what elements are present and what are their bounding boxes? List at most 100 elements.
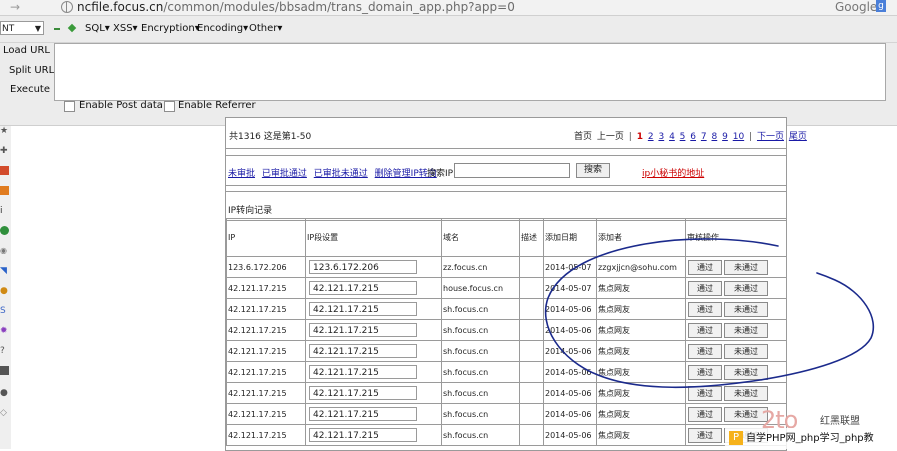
forward-arrow-icon[interactable]: → bbox=[10, 0, 20, 14]
addon-orange-icon[interactable] bbox=[0, 186, 9, 195]
minus-icon[interactable] bbox=[54, 28, 60, 30]
filter-pending-link[interactable]: 未审批 bbox=[228, 169, 255, 179]
ip-secretary-link[interactable]: ip小秘书的地址 bbox=[642, 166, 704, 179]
addon-yellow-icon[interactable]: ● bbox=[0, 286, 9, 296]
addon-s-icon[interactable]: S bbox=[0, 306, 9, 316]
browser-url-bar: → ncfile.focus.cn/common/modules/bbsadm/… bbox=[0, 0, 897, 16]
page-link-2[interactable]: 2 bbox=[648, 132, 654, 142]
hackbar-select[interactable]: NT ▼ bbox=[0, 21, 44, 35]
execute-button[interactable]: Execute bbox=[10, 84, 50, 95]
filter-approved-link[interactable]: 已审批通过 bbox=[262, 169, 307, 179]
enable-post-checkbox[interactable] bbox=[64, 101, 75, 112]
star-icon[interactable]: ★ bbox=[0, 126, 9, 136]
cell-desc bbox=[519, 382, 544, 404]
reject-button[interactable]: 未通过 bbox=[724, 280, 768, 296]
filter-links: 未审批 已审批通过 已审批未通过 删除管理IP转向 bbox=[228, 166, 441, 179]
split-url-button[interactable]: Split URL bbox=[9, 65, 54, 76]
reject-button[interactable]: 未通过 bbox=[724, 364, 768, 380]
ip-range-input[interactable]: 42.121.17.215 bbox=[309, 302, 417, 316]
page-link-4[interactable]: 4 bbox=[669, 132, 675, 142]
cell-ip: 42.121.17.215 bbox=[226, 298, 306, 320]
enable-referrer-checkbox[interactable] bbox=[164, 101, 175, 112]
menu-encryption[interactable]: Encryption▾ bbox=[141, 23, 200, 34]
approve-button[interactable]: 通过 bbox=[688, 301, 722, 317]
pin-icon[interactable]: ✚ bbox=[0, 146, 9, 156]
reject-button[interactable]: 未通过 bbox=[724, 322, 768, 338]
info-icon[interactable]: i bbox=[0, 206, 9, 216]
plus-icon[interactable] bbox=[67, 23, 77, 33]
menu-encoding[interactable]: Encoding▾ bbox=[197, 23, 248, 34]
ip-range-input[interactable]: 42.121.17.215 bbox=[309, 323, 417, 337]
approve-button[interactable]: 通过 bbox=[688, 343, 722, 359]
record-summary: 共1316 这是第1-50 bbox=[229, 132, 312, 142]
menu-other[interactable]: Other▾ bbox=[249, 23, 282, 34]
menu-sql[interactable]: SQL▾ bbox=[85, 23, 110, 34]
search-button[interactable]: 搜索 bbox=[576, 163, 610, 178]
filter-rejected-link[interactable]: 已审批未通过 bbox=[314, 169, 368, 179]
reject-button[interactable]: 未通过 bbox=[724, 259, 768, 275]
cell-adder: 焦点网友 bbox=[596, 424, 686, 446]
next-page-link[interactable]: 下一页 bbox=[757, 132, 784, 142]
eye-icon[interactable]: ◉ bbox=[0, 246, 9, 255]
approve-button[interactable]: 通过 bbox=[688, 364, 722, 380]
page-link-1[interactable]: 1 bbox=[637, 132, 643, 142]
col-header-date: 添加日期 bbox=[543, 218, 597, 257]
last-page-link[interactable]: 尾页 bbox=[789, 132, 807, 142]
addon-blue-icon[interactable]: ◥ bbox=[0, 266, 9, 276]
menu-xss[interactable]: XSS▾ bbox=[113, 23, 138, 34]
prev-page-link[interactable]: 上一页 bbox=[597, 132, 624, 142]
cell-domain: zz.focus.cn bbox=[441, 256, 520, 278]
addon-red-icon[interactable] bbox=[0, 166, 9, 175]
approve-button[interactable]: 通过 bbox=[688, 406, 722, 422]
col-header-ip-range: IP段设置 bbox=[305, 218, 442, 257]
col-header-adder: 添加者 bbox=[596, 218, 686, 257]
first-page-link[interactable]: 首页 bbox=[574, 132, 592, 142]
cell-actions: 通过未通过 bbox=[685, 361, 787, 383]
page-link-5[interactable]: 5 bbox=[680, 132, 686, 142]
ip-range-input[interactable]: 42.121.17.215 bbox=[309, 407, 417, 421]
cell-actions: 通过未通过 bbox=[685, 277, 787, 299]
approve-button[interactable]: 通过 bbox=[688, 427, 722, 443]
approve-button[interactable]: 通过 bbox=[688, 280, 722, 296]
gear-icon[interactable]: ✹ bbox=[0, 326, 9, 336]
cell-adder: 焦点网友 bbox=[596, 382, 686, 404]
search-ip-input[interactable] bbox=[454, 163, 570, 178]
search-engine-icon[interactable]: g bbox=[876, 0, 886, 12]
url-textarea[interactable] bbox=[54, 43, 886, 101]
ip-range-input[interactable]: 42.121.17.215 bbox=[309, 365, 417, 379]
cell-ip-range: 123.6.172.206 bbox=[305, 256, 442, 278]
reject-button[interactable]: 未通过 bbox=[724, 301, 768, 317]
addon-green-icon[interactable] bbox=[0, 226, 9, 235]
ip-range-input[interactable]: 42.121.17.215 bbox=[309, 281, 417, 295]
approve-button[interactable]: 通过 bbox=[688, 385, 722, 401]
ip-range-input[interactable]: 42.121.17.215 bbox=[309, 428, 417, 442]
grid-icon[interactable] bbox=[0, 366, 9, 375]
cell-ip: 42.121.17.215 bbox=[226, 403, 306, 425]
approve-button[interactable]: 通过 bbox=[688, 259, 722, 275]
cell-domain: house.focus.cn bbox=[441, 277, 520, 299]
cell-desc bbox=[519, 298, 544, 320]
ip-range-input[interactable]: 123.6.172.206 bbox=[309, 260, 417, 274]
cell-ip-range: 42.121.17.215 bbox=[305, 340, 442, 362]
page-link-8[interactable]: 8 bbox=[712, 132, 718, 142]
cell-desc bbox=[519, 340, 544, 362]
cell-desc bbox=[519, 277, 544, 299]
page-link-6[interactable]: 6 bbox=[690, 132, 696, 142]
search-engine-label[interactable]: Google bbox=[835, 0, 877, 14]
reject-button[interactable]: 未通过 bbox=[724, 343, 768, 359]
tag-icon[interactable]: ◇ bbox=[0, 408, 9, 418]
pagination: 首页 上一页 | 1 2 3 4 5 6 7 8 9 10 | 下一页 尾页 bbox=[574, 132, 807, 142]
cell-desc bbox=[519, 361, 544, 383]
page-link-7[interactable]: 7 bbox=[701, 132, 707, 142]
load-url-button[interactable]: Load URL bbox=[3, 45, 50, 56]
url-field[interactable]: ncfile.focus.cn/common/modules/bbsadm/tr… bbox=[77, 0, 515, 14]
globe-icon[interactable]: ● bbox=[0, 388, 9, 398]
ip-range-input[interactable]: 42.121.17.215 bbox=[309, 344, 417, 358]
page-link-9[interactable]: 9 bbox=[722, 132, 728, 142]
ip-range-input[interactable]: 42.121.17.215 bbox=[309, 386, 417, 400]
reject-button[interactable]: 未通过 bbox=[724, 385, 768, 401]
help-icon[interactable]: ? bbox=[0, 346, 9, 356]
approve-button[interactable]: 通过 bbox=[688, 322, 722, 338]
page-link-3[interactable]: 3 bbox=[658, 132, 664, 142]
page-link-10[interactable]: 10 bbox=[733, 132, 744, 142]
